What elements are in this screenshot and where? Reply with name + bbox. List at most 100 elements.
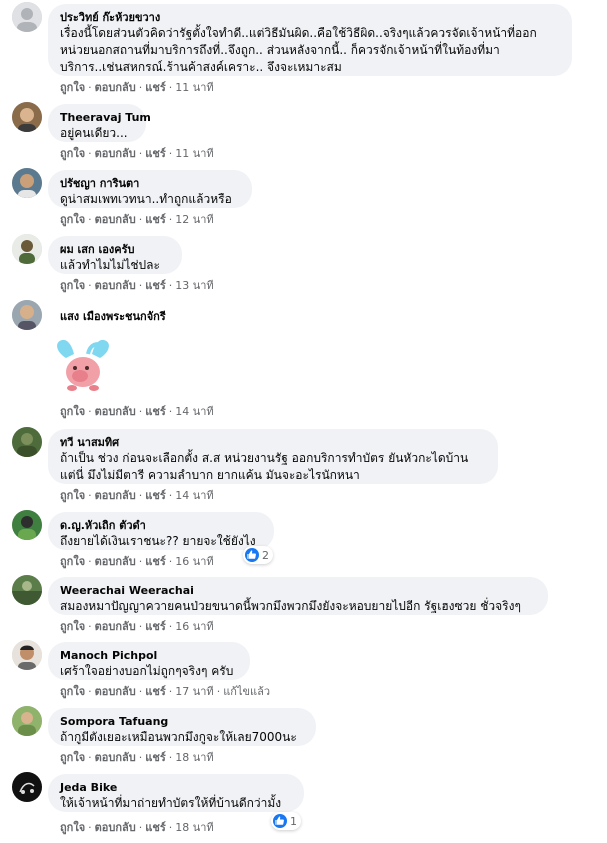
share-button[interactable]: แชร์ [145,821,165,834]
comment-bubble: Sompora Tafuang ถ้ากูมีตังเยอะเหมือนพวกม… [48,708,316,746]
like-button[interactable]: ถูกใจ [60,81,85,94]
comment-author[interactable]: ปรัชญา การินตา [60,176,240,191]
avatar[interactable] [12,575,42,605]
comment-text-line: ดูน่าสมเพทเวทนา..ทำถูกแล้วหรือ [60,192,232,206]
avatar[interactable] [12,427,42,457]
avatar[interactable] [12,640,42,670]
reply-button[interactable]: ตอบกลับ [95,405,136,418]
comment-author[interactable]: Weerachai Weerachai [60,583,536,598]
comment-timestamp[interactable]: 14 นาที [175,405,213,418]
comment-text-line: ให้เจ้าหน้าที่มาถ่ายทำบัตรให้ที่บ้านดีกว… [60,796,282,810]
comment-author[interactable]: แสง เมืองพระชนกจักรี [60,309,166,324]
comment-timestamp[interactable]: 16 นาที [175,620,213,633]
reply-button[interactable]: ตอบกลับ [95,81,136,94]
comment-actions: ถูกใจ · ตอบกลับ · แชร์ · 11 นาที [60,147,214,160]
comment-author[interactable]: Sompora Tafuang [60,714,304,729]
comment-bubble: ปรัชญา การินตา ดูน่าสมเพทเวทนา..ทำถูกแล้… [48,170,252,208]
comment-bubble: ประวิทย์ ก๊ะห้วยขวาง เรื่องนี้โดยส่วนตัว… [48,4,572,76]
comment-timestamp[interactable]: 18 นาที [175,821,213,834]
comment-timestamp[interactable]: 13 นาที [175,279,213,292]
comment-text-line: ถึงยายได้เงินเราชนะ?? ยายจะใช้ยังไง [60,534,256,548]
like-button[interactable]: ถูกใจ [60,489,85,502]
reply-button[interactable]: ตอบกลับ [95,147,136,160]
share-button[interactable]: แชร์ [145,555,165,568]
reply-button[interactable]: ตอบกลับ [95,821,136,834]
like-button[interactable]: ถูกใจ [60,405,85,418]
comment-text-line: อยู่คนเดียว... [60,126,128,140]
comment-timestamp[interactable]: 18 นาที [175,751,213,764]
avatar[interactable] [12,2,42,32]
like-button[interactable]: ถูกใจ [60,279,85,292]
comment-text-line: ถ้าเป็น ช่วง ก่อนจะเลือกตั้ง ส.ส หน่วยงา… [60,451,469,465]
comment-bubble: Manoch Pichpol เศร้าใจอย่างบอกไม่ถูกๆจริ… [48,642,250,680]
reply-button[interactable]: ตอบกลับ [95,213,136,226]
comment-timestamp[interactable]: 11 นาที [175,81,213,94]
reply-button[interactable]: ตอบกลับ [95,555,136,568]
comment-timestamp[interactable]: 12 นาที [175,213,213,226]
comment-timestamp[interactable]: 17 นาที [175,685,213,698]
comment-actions: ถูกใจ · ตอบกลับ · แชร์ · 11 นาที [60,81,214,94]
comment-bubble: ด.ญ.หัวเถิก ตัวดำ ถึงยายได้เงินเราชนะ?? … [48,512,274,550]
share-button[interactable]: แชร์ [145,620,165,633]
comment-feed: ประวิทย์ ก๊ะห้วยขวาง เรื่องนี้โดยส่วนตัว… [0,0,607,843]
avatar[interactable] [12,510,42,540]
like-button[interactable]: ถูกใจ [60,213,85,226]
comment-actions: ถูกใจ · ตอบกลับ · แชร์ · 14 นาที [60,489,214,502]
avatar[interactable] [12,706,42,736]
reaction-count[interactable]: 1 [271,812,301,830]
comment-actions: ถูกใจ · ตอบกลับ · แชร์ · 17 นาที · แก้ไขแล้ว [60,685,270,698]
avatar[interactable] [12,300,42,330]
comment-text-line: แต่นี่ มึงไม่มีตารี ความลำบาก ยากแค้น มั… [60,468,360,482]
comment-text-line: เศร้าใจอย่างบอกไม่ถูกๆจริงๆ ครับ [60,664,234,678]
comment-text-line: เรื่องนี้โดยส่วนตัวคิดว่ารัฐตั้งใจทำดี..… [60,26,537,40]
reply-button[interactable]: ตอบกลับ [95,685,136,698]
comment-text-line: หน่วยนอกสถานที่มาบริการถึงที่..จึงถูก.. … [60,43,500,57]
comment-author[interactable]: Manoch Pichpol [60,648,238,663]
comment-timestamp[interactable]: 14 นาที [175,489,213,502]
like-icon [245,548,259,562]
comment-actions: ถูกใจ · ตอบกลับ · แชร์ · 18 นาที [60,821,214,834]
comment-actions: ถูกใจ · ตอบกลับ · แชร์ · 18 นาที [60,751,214,764]
comment-author[interactable]: Theeravaj Tum [60,110,151,125]
comment-bubble: ผม เสก เองครับ แล้วทำไมไม่ไช่ปละ [48,236,182,274]
reply-button[interactable]: ตอบกลับ [95,620,136,633]
comment-author[interactable]: ด.ญ.หัวเถิก ตัวดำ [60,518,262,533]
avatar[interactable] [12,772,42,802]
comment-text-line: แล้วทำไมไม่ไช่ปละ [60,258,160,272]
share-button[interactable]: แชร์ [145,147,165,160]
like-button[interactable]: ถูกใจ [60,685,85,698]
avatar[interactable] [12,102,42,132]
comment-actions: ถูกใจ · ตอบกลับ · แชร์ · 13 นาที [60,279,214,292]
like-button[interactable]: ถูกใจ [60,620,85,633]
share-button[interactable]: แชร์ [145,489,165,502]
avatar[interactable] [12,168,42,198]
comment-actions: ถูกใจ · ตอบกลับ · แชร์ · 12 นาที [60,213,214,226]
reaction-count[interactable]: 2 [243,546,273,564]
comment-text-line: สมองหมาปัญญาควายคนป่วยขนาดนี้พวกมึงพวกมึ… [60,599,521,613]
comment-bubble: ทวี นาสมทิศ ถ้าเป็น ช่วง ก่อนจะเลือกตั้ง… [48,429,498,484]
avatar[interactable] [12,234,42,264]
comment-actions: ถูกใจ · ตอบกลับ · แชร์ · 14 นาที [60,405,214,418]
reaction-number: 2 [262,548,269,562]
share-button[interactable]: แชร์ [145,279,165,292]
like-button[interactable]: ถูกใจ [60,555,85,568]
share-button[interactable]: แชร์ [145,213,165,226]
comment-author[interactable]: ประวิทย์ ก๊ะห้วยขวาง [60,10,560,25]
share-button[interactable]: แชร์ [145,405,165,418]
comment-author[interactable]: ผม เสก เองครับ [60,242,170,257]
comment-author[interactable]: Jeda Bike [60,780,292,795]
like-button[interactable]: ถูกใจ [60,751,85,764]
share-button[interactable]: แชร์ [145,685,165,698]
share-button[interactable]: แชร์ [145,751,165,764]
comment-timestamp[interactable]: 11 นาที [175,147,213,160]
reply-button[interactable]: ตอบกลับ [95,751,136,764]
like-button[interactable]: ถูกใจ [60,147,85,160]
reply-button[interactable]: ตอบกลับ [95,489,136,502]
comment-bubble: Jeda Bike ให้เจ้าหน้าที่มาถ่ายทำบัตรให้ท… [48,774,304,812]
share-button[interactable]: แชร์ [145,81,165,94]
comment-author[interactable]: ทวี นาสมทิศ [60,435,486,450]
like-button[interactable]: ถูกใจ [60,821,85,834]
edited-label[interactable]: แก้ไขแล้ว [223,685,270,698]
reply-button[interactable]: ตอบกลับ [95,279,136,292]
comment-timestamp[interactable]: 16 นาที [175,555,213,568]
